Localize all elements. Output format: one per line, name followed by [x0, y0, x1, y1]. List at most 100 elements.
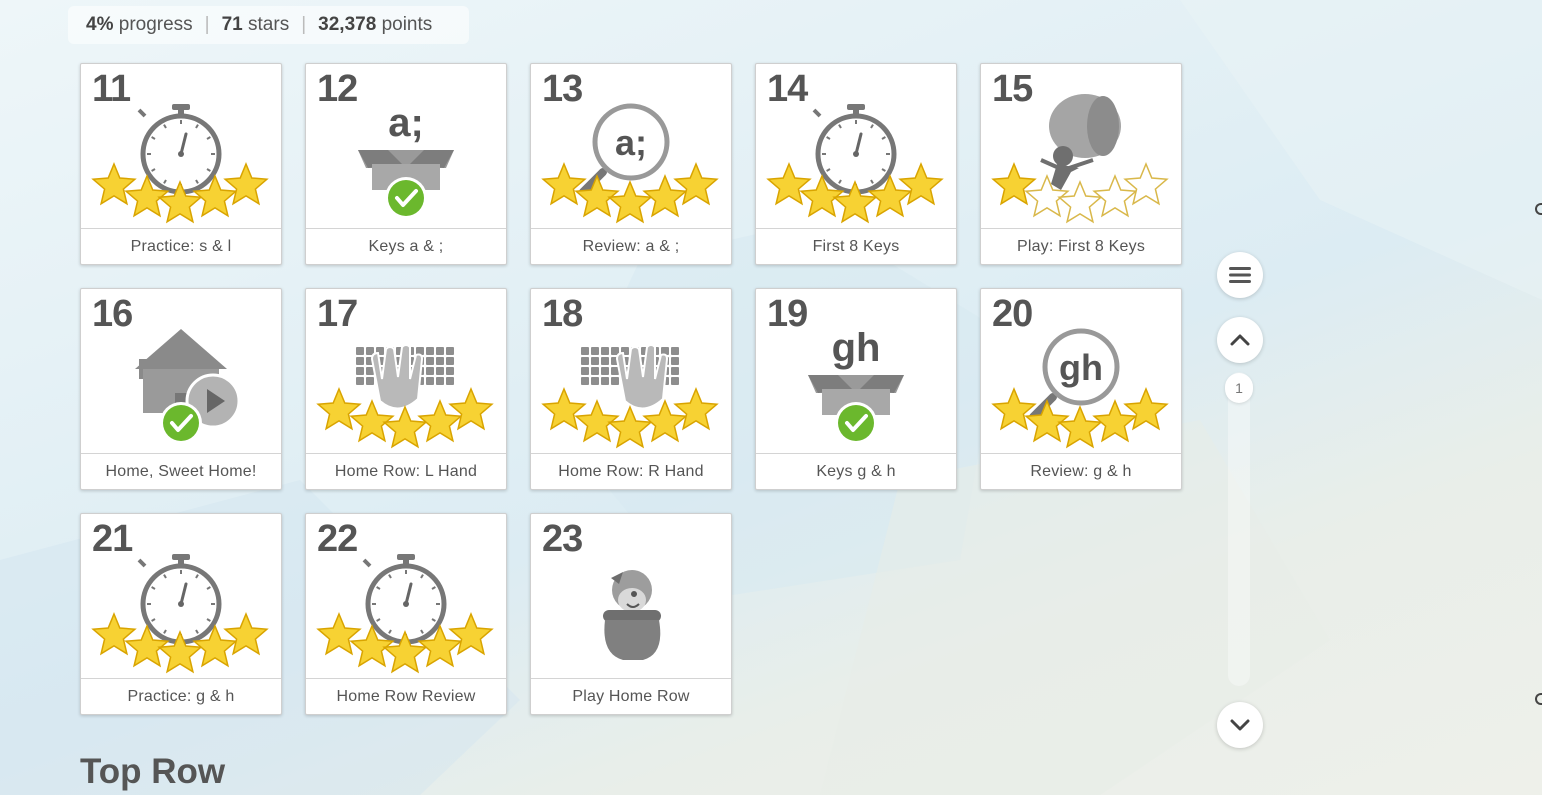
open-box-icon: gh — [808, 326, 904, 415]
lesson-number: 12 — [317, 68, 358, 110]
chevron-up-icon — [1230, 334, 1250, 346]
lesson-card[interactable]: 13 a; Review: a & ; — [530, 63, 732, 265]
balloon-game-icon — [1040, 94, 1121, 190]
lesson-number: 14 — [767, 68, 808, 110]
lesson-label: Home Row: L Hand — [306, 453, 506, 489]
open-box-icon: a; — [358, 101, 454, 190]
lesson-card[interactable]: 15 Play: First 8 Keys — [980, 63, 1182, 265]
lesson-number: 11 — [92, 68, 131, 110]
checkmark-icon — [385, 177, 427, 219]
star-filled-icon — [316, 387, 362, 431]
edge-handle-icon — [1535, 203, 1542, 215]
lesson-number: 17 — [317, 293, 358, 335]
lesson-label: Practice: s & l — [81, 228, 281, 264]
star-filled-icon — [1123, 387, 1169, 431]
star-filled-icon — [541, 162, 587, 206]
lesson-card[interactable]: 21 Practice: g & h — [80, 513, 282, 715]
menu-button[interactable] — [1217, 252, 1263, 298]
lesson-label: Play Home Row — [531, 678, 731, 714]
lesson-label: Home Row: R Hand — [531, 453, 731, 489]
lesson-label: Keys g & h — [756, 453, 956, 489]
progress-summary: 4% progress | 71 stars | 32,378 points — [68, 6, 469, 44]
stars-label: stars — [248, 14, 290, 35]
lesson-card[interactable]: 14 First 8 Keys — [755, 63, 957, 265]
lesson-card[interactable]: 19 gh Keys g & h — [755, 288, 957, 490]
lesson-label: Home, Sweet Home! — [81, 453, 281, 489]
scroll-down-button[interactable] — [1217, 702, 1263, 748]
edge-handle-icon — [1535, 693, 1542, 705]
svg-text:a;: a; — [388, 101, 424, 145]
chevron-down-icon — [1230, 719, 1250, 731]
points-label: points — [381, 14, 433, 35]
hamburger-icon — [1229, 267, 1251, 283]
star-filled-icon — [91, 612, 137, 656]
lesson-number: 21 — [92, 518, 133, 560]
lesson-card[interactable]: 23 Play Home Row — [530, 513, 732, 715]
lesson-label: Review: a & ; — [531, 228, 731, 264]
lesson-number: 22 — [317, 518, 358, 560]
scroll-track[interactable] — [1228, 372, 1250, 686]
svg-text:a;: a; — [615, 122, 647, 163]
star-empty-icon — [1057, 180, 1103, 224]
star-filled-icon — [673, 387, 719, 431]
scroll-up-button[interactable] — [1217, 317, 1263, 363]
lesson-label: Review: g & h — [981, 453, 1181, 489]
star-filled-icon — [541, 387, 587, 431]
lesson-number: 18 — [542, 293, 583, 335]
star-filled-icon — [1057, 405, 1103, 449]
star-filled-icon — [223, 612, 269, 656]
lesson-number: 19 — [767, 293, 808, 335]
lesson-card[interactable]: 20 gh Review: g & h — [980, 288, 1182, 490]
stopwatch-icon — [137, 554, 222, 645]
star-filled-icon — [448, 612, 494, 656]
lesson-label: Play: First 8 Keys — [981, 228, 1181, 264]
svg-text:gh: gh — [1059, 347, 1103, 388]
keyboard-left-hand-icon — [356, 344, 454, 410]
lesson-label: First 8 Keys — [756, 228, 956, 264]
star-filled-icon — [607, 405, 653, 449]
lesson-card[interactable]: 12 a; Keys a & ; — [305, 63, 507, 265]
lesson-grid: 11 Practice: s & l 12 a; Keys a & ; 13 a; Revie… — [80, 63, 1182, 715]
keyboard-right-hand-icon — [581, 344, 679, 410]
lesson-label: Home Row Review — [306, 678, 506, 714]
star-filled-icon — [316, 612, 362, 656]
checkmark-icon — [160, 402, 202, 444]
star-filled-icon — [991, 387, 1037, 431]
star-filled-icon — [673, 162, 719, 206]
lesson-number: 16 — [92, 293, 133, 335]
star-empty-icon — [1123, 162, 1169, 206]
lesson-number: 15 — [992, 68, 1033, 110]
lesson-number: 13 — [542, 68, 583, 110]
lesson-label: Practice: g & h — [81, 678, 281, 714]
pot-creature-game-icon — [603, 570, 661, 660]
stopwatch-icon — [812, 104, 897, 195]
star-filled-icon — [991, 162, 1037, 206]
star-filled-icon — [766, 162, 812, 206]
lesson-number: 20 — [992, 293, 1033, 335]
lesson-label: Keys a & ; — [306, 228, 506, 264]
stars-value: 71 — [221, 14, 243, 35]
lesson-card[interactable]: 17 Home Row: L Hand — [305, 288, 507, 490]
separator: | — [301, 14, 307, 35]
star-filled-icon — [223, 162, 269, 206]
svg-text:gh: gh — [832, 326, 881, 370]
star-filled-icon — [898, 162, 944, 206]
lesson-card[interactable]: 11 Practice: s & l — [80, 63, 282, 265]
stopwatch-icon — [362, 554, 447, 645]
lesson-card[interactable]: 22 Home Row Review — [305, 513, 507, 715]
star-filled-icon — [607, 180, 653, 224]
progress-value: 4% — [86, 14, 114, 35]
lesson-card[interactable]: 18 Home Row: R Hand — [530, 288, 732, 490]
lesson-number: 23 — [542, 518, 583, 560]
stopwatch-icon — [137, 104, 222, 195]
page-indicator[interactable]: 1 — [1225, 373, 1253, 403]
star-filled-icon — [382, 405, 428, 449]
lesson-card[interactable]: 16 Home, Sweet Home! — [80, 288, 282, 490]
star-filled-icon — [91, 162, 137, 206]
progress-label: progress — [118, 14, 193, 35]
section-title: Top Row — [80, 752, 226, 791]
points-value: 32,378 — [318, 14, 377, 35]
star-filled-icon — [448, 387, 494, 431]
separator: | — [204, 14, 210, 35]
checkmark-icon — [835, 402, 877, 444]
